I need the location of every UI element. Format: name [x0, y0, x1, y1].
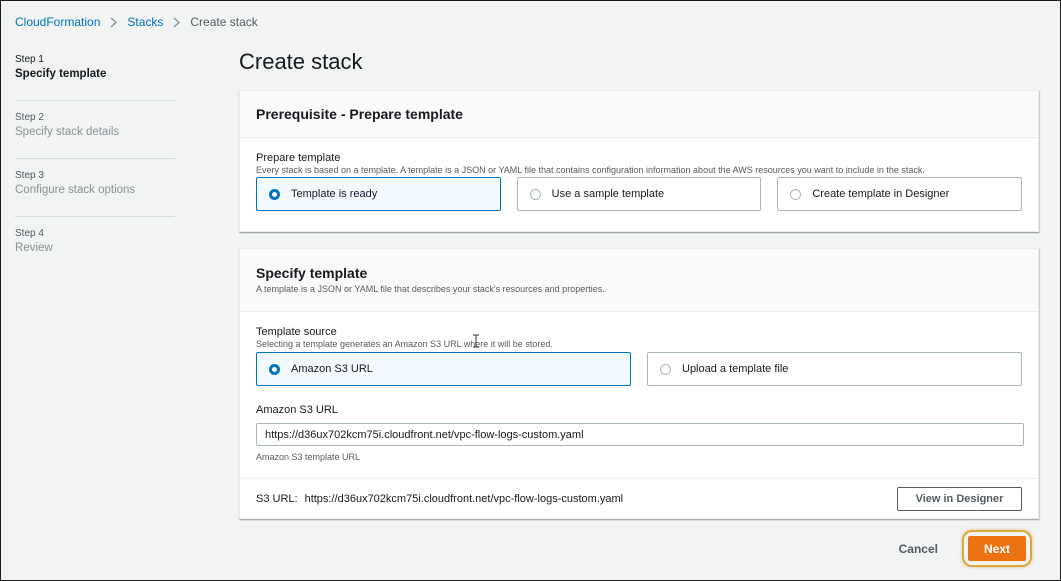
step-3: Step 3 Configure stack options: [15, 169, 175, 217]
breadcrumb-stacks[interactable]: Stacks: [127, 15, 163, 29]
wizard-actions: Cancel Next: [899, 530, 1032, 567]
panel-body: Template source Selecting a template gen…: [240, 312, 1038, 462]
chevron-right-icon: [110, 16, 118, 28]
s3-url-footer: S3 URL: https://d36ux702kcm75i.cloudfron…: [240, 478, 1038, 518]
next-button-highlight: Next: [962, 530, 1032, 567]
radio-selected-icon[interactable]: [269, 188, 280, 200]
option-amazon-s3-url[interactable]: Amazon S3 URL: [256, 352, 631, 386]
s3-url-prefix: S3 URL:: [256, 492, 298, 505]
step-4: Step 4 Review: [15, 227, 175, 275]
step-number: Step 1: [15, 54, 44, 65]
step-title: Review: [15, 242, 53, 254]
template-source-label: Template source: [256, 326, 337, 338]
radio-icon[interactable]: [660, 363, 671, 375]
s3-url-hint: Amazon S3 template URL: [256, 452, 361, 462]
prepare-template-desc: Every stack is based on a template. A te…: [256, 165, 925, 175]
template-source-desc: Selecting a template generates an Amazon…: [256, 339, 553, 349]
chevron-right-icon: [173, 16, 181, 28]
panel-header: Specify template A template is a JSON or…: [240, 249, 1038, 312]
breadcrumb-cloudformation[interactable]: CloudFormation: [15, 15, 100, 29]
option-label: Upload a template file: [682, 363, 789, 375]
template-source-options: Amazon S3 URL Upload a template file: [256, 352, 1022, 386]
specify-template-panel: Specify template A template is a JSON or…: [239, 248, 1039, 519]
option-sample-template[interactable]: Use a sample template: [516, 177, 762, 211]
option-label: Create template in Designer: [812, 188, 950, 200]
s3-url-label: Amazon S3 URL: [256, 404, 338, 416]
step-title: Configure stack options: [15, 184, 136, 196]
next-button[interactable]: Next: [968, 536, 1026, 561]
step-title: Specify template: [15, 68, 107, 80]
breadcrumb: CloudFormation Stacks Create stack: [15, 15, 258, 29]
breadcrumb-current: Create stack: [190, 15, 258, 29]
option-template-ready[interactable]: Template is ready: [256, 177, 501, 211]
step-number: Step 3: [15, 170, 44, 181]
radio-icon[interactable]: [529, 188, 541, 200]
step-title: Specify stack details: [15, 126, 120, 138]
panel-description: A template is a JSON or YAML file that d…: [256, 284, 605, 294]
step-number: Step 2: [15, 112, 44, 123]
s3-url-input[interactable]: [256, 423, 1024, 446]
s3-url-value: https://d36ux702kcm75i.cloudfront.net/vp…: [304, 492, 624, 505]
app-frame: CloudFormation Stacks Create stack Step …: [0, 0, 1061, 581]
wizard-steps: Step 1 Specify template Step 2 Specify s…: [15, 53, 175, 285]
panel-title: Specify template: [256, 265, 368, 281]
prepare-template-label: Prepare template: [256, 152, 341, 164]
option-label: Amazon S3 URL: [291, 363, 373, 375]
panel-header: Prerequisite - Prepare template: [240, 91, 1038, 138]
option-label: Use a sample template: [551, 188, 665, 200]
cancel-button[interactable]: Cancel: [899, 542, 938, 556]
text-cursor-icon: [473, 334, 479, 348]
panel-title: Prerequisite - Prepare template: [256, 106, 463, 122]
step-1: Step 1 Specify template: [15, 53, 175, 101]
prepare-template-options: Template is ready Use a sample template …: [256, 177, 1023, 211]
step-2: Step 2 Specify stack details: [15, 111, 175, 159]
panel-body: Prepare template Every stack is based on…: [240, 138, 1038, 211]
radio-icon[interactable]: [790, 188, 802, 200]
page-title: Create stack: [239, 49, 363, 74]
step-number: Step 4: [15, 228, 44, 239]
radio-selected-icon[interactable]: [269, 363, 280, 375]
view-in-designer-button[interactable]: View in Designer: [897, 487, 1022, 511]
option-upload-template-file[interactable]: Upload a template file: [647, 352, 1022, 386]
option-create-in-designer[interactable]: Create template in Designer: [777, 177, 1023, 211]
prerequisite-panel: Prerequisite - Prepare template Prepare …: [239, 90, 1039, 232]
option-label: Template is ready: [291, 188, 378, 200]
